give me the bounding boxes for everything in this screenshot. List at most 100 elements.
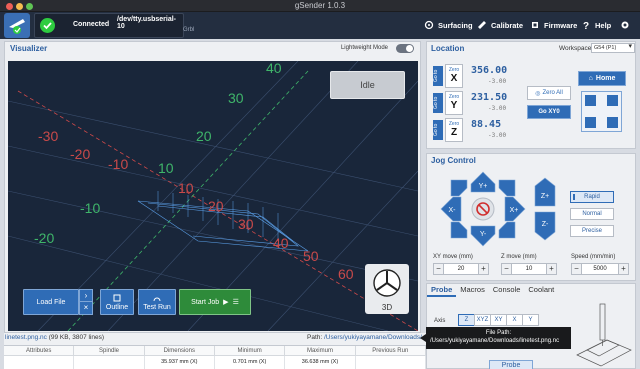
axis-x-label: X — [450, 73, 458, 84]
nav-surfacing[interactable]: Surfacing — [424, 20, 473, 30]
file-path-value[interactable]: /Users/yukiyayamane/Downloads/ — [324, 334, 422, 341]
probe-axis-x-button[interactable]: X — [506, 314, 523, 326]
corner-bottom-right-button[interactable] — [607, 117, 618, 128]
file-name[interactable]: linetest.png.nc — [5, 334, 47, 341]
z-increase-button[interactable]: + — [546, 263, 557, 275]
nav-calibrate-label: Calibrate — [491, 20, 524, 30]
z-decrease-button[interactable]: − — [501, 263, 512, 275]
close-icon[interactable]: × — [80, 302, 92, 314]
tab-probe[interactable]: Probe — [427, 284, 457, 297]
jog-diag-up-right-button[interactable] — [498, 179, 516, 197]
connection-status[interactable]: Connected /dev/tty.usbserial-10 Grbl — [34, 13, 194, 38]
file-path-tooltip: File Path: /Users/yukiyayamane/Downloads… — [420, 327, 571, 349]
lightweight-mode-toggle[interactable] — [396, 44, 414, 53]
jog-diag-up-left-button[interactable] — [450, 179, 468, 197]
nav-help[interactable]: ? Help — [581, 20, 611, 31]
go-xy0-button[interactable]: Go XY0 — [527, 105, 571, 119]
grid-label-pos-x: 40 — [273, 235, 289, 251]
zero-all-button[interactable]: ◎ Zero All — [527, 86, 571, 100]
workspace-select[interactable]: G54 (P1) — [591, 43, 635, 53]
z-plus-label: Z+ — [541, 193, 549, 200]
list-icon[interactable]: ☰ — [233, 298, 239, 306]
xy-increase-button[interactable]: + — [478, 263, 489, 275]
corner-top-left-button[interactable] — [585, 95, 596, 106]
z-move-input[interactable]: 10 — [512, 263, 546, 275]
visualizer-canvas[interactable]: -30 -20 -10 10 20 30 40 50 60 40 30 20 1… — [8, 61, 418, 331]
location-title: Location — [431, 44, 465, 53]
question-icon: ? — [583, 21, 589, 30]
probe-axis-z-button[interactable]: Z — [458, 314, 475, 326]
go-xy0-label: Go XY0 — [538, 109, 560, 115]
speed-increase-button[interactable]: + — [618, 263, 629, 275]
y-minus-label: Y- — [480, 231, 487, 238]
tab-console[interactable]: Console — [489, 284, 525, 297]
probe-axis-xyz-button[interactable]: XYZ — [474, 314, 491, 326]
svg-text:?: ? — [583, 21, 589, 30]
stats-header-cell: Attributes — [4, 346, 75, 355]
outline-icon — [113, 294, 121, 301]
visualizer-panel: Visualizer Lightweight Mode -30 -20 -10 … — [4, 41, 421, 333]
probe-axis-xy-button[interactable]: XY — [490, 314, 507, 326]
grid-label-neg-x: -10 — [108, 156, 128, 172]
jog-diag-down-right-button[interactable] — [498, 221, 516, 239]
test-run-label: Test Run — [143, 303, 171, 311]
probe-button[interactable]: Probe — [489, 360, 533, 369]
goto-x-button[interactable]: Go to — [433, 66, 443, 86]
stats-cell: 35.937 mm (X) — [145, 356, 215, 369]
xy-decrease-button[interactable]: − — [433, 263, 444, 275]
lightweight-mode-label: Lightweight Mode — [340, 45, 388, 51]
y-plus-label: Y+ — [479, 183, 488, 190]
goto-y-button[interactable]: Go to — [433, 93, 443, 113]
grid-label-pos-x: 30 — [238, 216, 254, 232]
axis-row-y: Go to Zero Y 231.50 -3.00 — [433, 91, 523, 115]
grid-label-neg-x: -20 — [70, 146, 90, 162]
stats-cell — [74, 356, 145, 369]
probe-axis-group: Z XYZ XY X Y — [458, 314, 539, 326]
home-button[interactable]: ⌂ Home — [578, 71, 626, 86]
probe-axis-y-button[interactable]: Y — [522, 314, 539, 326]
load-file-button[interactable]: Load File — [23, 289, 79, 315]
jog-z-plus-button[interactable] — [534, 177, 556, 207]
nav-settings[interactable] — [620, 20, 630, 30]
x-minus-label: X- — [449, 207, 457, 214]
x-machine-position: -3.00 — [488, 78, 507, 85]
tab-coolant[interactable]: Coolant — [524, 284, 558, 297]
view-cube-icon — [373, 269, 401, 297]
jog-diag-down-left-button[interactable] — [450, 221, 468, 239]
zero-x-button[interactable]: Zero X — [445, 64, 463, 88]
goto-z-button[interactable]: Go to — [433, 120, 443, 140]
jog-control-title: Jog Control — [431, 156, 476, 165]
stats-cell: 36.638 mm (X) — [285, 356, 356, 369]
xy-move-input[interactable]: 20 — [444, 263, 478, 275]
jog-pad: Y+ Y- X- X+ Z+ Z- — [440, 171, 556, 247]
speed-rapid-button[interactable]: Rapid — [570, 191, 614, 203]
xy-move-label: XY move (mm) — [433, 254, 473, 260]
speed-input[interactable]: 5000 — [582, 263, 618, 275]
speed-normal-button[interactable]: Normal — [570, 208, 614, 220]
tab-macros[interactable]: Macros — [456, 284, 489, 297]
outline-button[interactable]: Outline — [100, 289, 134, 315]
nav-calibrate[interactable]: Calibrate — [477, 20, 523, 30]
view-cube[interactable]: 3D — [365, 264, 409, 314]
speed-stepper: − 5000 + — [571, 263, 629, 275]
nav-firmware[interactable]: Firmware — [530, 20, 577, 30]
location-panel: Location Workspace: G54 (P1) Go to ZeroX… — [426, 41, 636, 149]
xy-move-stepper: − 20 + — [433, 263, 489, 275]
z-machine-position: -3.00 — [488, 132, 507, 139]
zero-z-button[interactable]: Zero Z — [445, 118, 463, 142]
corner-bottom-left-button[interactable] — [585, 117, 596, 128]
window-title: gSender 1.0.3 — [294, 1, 346, 10]
probe-tabs: Probe Macros Console Coolant — [427, 284, 558, 297]
chevron-right-icon[interactable]: › — [80, 290, 92, 302]
grid-label-neg-y: -10 — [80, 200, 100, 216]
window-titlebar: gSender 1.0.3 — [0, 0, 640, 12]
corner-top-right-button[interactable] — [607, 95, 618, 106]
stats-header-cell: Previous Run — [356, 346, 426, 355]
speed-precise-button[interactable]: Precise — [570, 225, 614, 237]
speed-decrease-button[interactable]: − — [571, 263, 582, 275]
y-position: 231.50 — [471, 92, 508, 103]
stats-header-cell: Maximum — [285, 346, 356, 355]
test-run-button[interactable]: Test Run — [138, 289, 176, 315]
zero-y-button[interactable]: Zero Y — [445, 91, 463, 115]
start-job-button[interactable]: Start Job ▶ ☰ — [179, 289, 251, 315]
